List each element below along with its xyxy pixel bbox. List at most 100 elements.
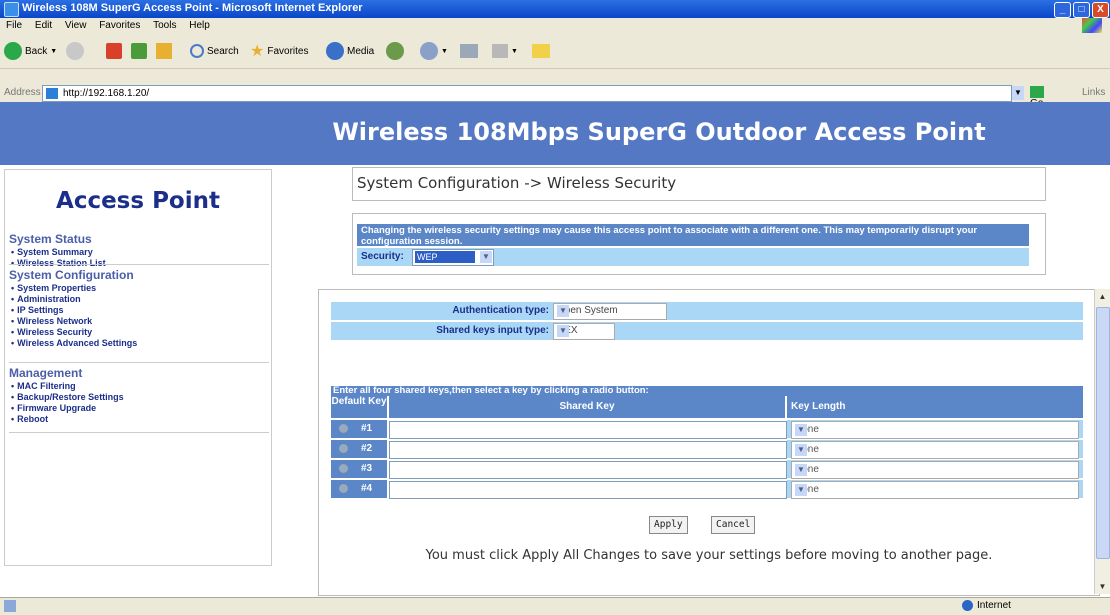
windows-logo-icon bbox=[1082, 18, 1102, 33]
search-button[interactable]: Search bbox=[190, 41, 239, 61]
scroll-down-icon[interactable]: ▼ bbox=[1095, 579, 1110, 594]
auth-label: Authentication type: bbox=[452, 305, 549, 316]
edit-button[interactable]: ▼ bbox=[492, 41, 518, 61]
scroll-thumb[interactable] bbox=[1096, 307, 1110, 559]
back-button[interactable]: Back ▼ bbox=[4, 41, 57, 61]
header-banner: Wireless 108Mbps SuperG Outdoor Access P… bbox=[0, 102, 1110, 165]
auth-type-select[interactable]: Open System ▼ bbox=[553, 303, 667, 320]
nav-item-reboot[interactable]: Reboot bbox=[9, 414, 124, 425]
favorites-button[interactable]: ★ Favorites bbox=[250, 41, 308, 61]
nav-item-administration[interactable]: Administration bbox=[9, 294, 137, 305]
cancel-button[interactable]: Cancel bbox=[711, 516, 756, 534]
print-icon bbox=[460, 44, 478, 58]
links-label[interactable]: Links bbox=[1082, 87, 1105, 98]
wep-settings-panel: Authentication type: Open System ▼ Share… bbox=[318, 289, 1100, 596]
menu-file[interactable]: File bbox=[6, 18, 22, 33]
scroll-up-icon[interactable]: ▲ bbox=[1095, 289, 1110, 304]
nav-item-firmware-upgrade[interactable]: Firmware Upgrade bbox=[9, 403, 124, 414]
key-number-cell: #3 bbox=[331, 460, 387, 478]
stop-icon bbox=[106, 43, 122, 59]
key-number: #3 bbox=[361, 463, 373, 474]
menu-edit[interactable]: Edit bbox=[35, 18, 52, 33]
page-status-icon bbox=[4, 600, 16, 612]
menu-favorites[interactable]: Favorites bbox=[99, 18, 140, 33]
home-button[interactable] bbox=[156, 41, 172, 61]
warning-message: Changing the wireless security settings … bbox=[357, 224, 1029, 247]
mail-button[interactable]: ▼ bbox=[420, 41, 448, 61]
nav-item-ip-settings[interactable]: IP Settings bbox=[9, 305, 137, 316]
nav-item-wireless-advanced-settings[interactable]: Wireless Advanced Settings bbox=[9, 338, 137, 349]
stop-button[interactable] bbox=[106, 41, 122, 61]
refresh-button[interactable] bbox=[131, 41, 147, 61]
key-row: #1 None▼ bbox=[331, 420, 1083, 439]
key-length-select-1[interactable]: None▼ bbox=[791, 421, 1079, 439]
nav-section-management: Management MAC Filtering Backup/Restore … bbox=[9, 366, 124, 425]
key-number: #1 bbox=[361, 423, 373, 434]
nav-item-wireless-network[interactable]: Wireless Network bbox=[9, 316, 137, 327]
nav-heading[interactable]: System Configuration bbox=[9, 268, 137, 282]
key-length-select-3[interactable]: None▼ bbox=[791, 461, 1079, 479]
nav-divider bbox=[9, 264, 269, 265]
go-button[interactable]: Go bbox=[1030, 86, 1060, 109]
key-length-select-4[interactable]: None▼ bbox=[791, 481, 1079, 499]
print-button[interactable] bbox=[460, 41, 478, 61]
default-key-radio[interactable] bbox=[339, 484, 348, 493]
nav-section-configuration: System Configuration System Properties A… bbox=[9, 268, 137, 349]
default-key-radio[interactable] bbox=[339, 424, 348, 433]
security-select[interactable]: WEP ▼ bbox=[412, 249, 494, 266]
toolbar: Back ▼ Search ★ Favorites Media ▼ ▼ bbox=[0, 33, 1110, 69]
nav-item-wireless-security[interactable]: Wireless Security bbox=[9, 327, 137, 338]
key-row: #2 None▼ bbox=[331, 440, 1083, 459]
edit-icon bbox=[492, 44, 508, 58]
vertical-scrollbar[interactable]: ▲ ▼ bbox=[1094, 289, 1110, 594]
shared-key-input-2[interactable] bbox=[389, 441, 787, 459]
shared-key-input-1[interactable] bbox=[389, 421, 787, 439]
globe-icon bbox=[962, 600, 973, 611]
key-row: #3 None▼ bbox=[331, 460, 1083, 479]
sidebar: Access Point System Status System Summar… bbox=[4, 169, 272, 566]
key-number: #2 bbox=[361, 443, 373, 454]
keys-instruction: Enter all four shared keys,then select a… bbox=[331, 386, 1083, 396]
sidebar-brand: Access Point bbox=[56, 188, 220, 214]
address-dropdown[interactable]: ▼ bbox=[1012, 86, 1024, 100]
input-type-select[interactable]: HEX ▼ bbox=[553, 323, 615, 340]
maximize-button[interactable]: □ bbox=[1073, 2, 1090, 18]
address-input[interactable]: http://192.168.1.20/ bbox=[42, 85, 1012, 102]
menu-help[interactable]: Help bbox=[189, 18, 210, 33]
refresh-icon bbox=[131, 43, 147, 59]
nav-item-mac-filtering[interactable]: MAC Filtering bbox=[9, 381, 124, 392]
nav-heading[interactable]: System Status bbox=[9, 232, 106, 246]
default-key-radio[interactable] bbox=[339, 464, 348, 473]
nav-item-system-summary[interactable]: System Summary bbox=[9, 247, 106, 258]
window-title: Wireless 108M SuperG Access Point - Micr… bbox=[22, 2, 363, 14]
shared-key-input-4[interactable] bbox=[389, 481, 787, 499]
key-length-select-2[interactable]: None▼ bbox=[791, 441, 1079, 459]
menu-tools[interactable]: Tools bbox=[153, 18, 176, 33]
apply-button[interactable]: Apply bbox=[649, 516, 688, 534]
close-button[interactable]: X bbox=[1092, 2, 1109, 18]
address-label: Address bbox=[4, 87, 41, 98]
nav-item-backup-restore[interactable]: Backup/Restore Settings bbox=[9, 392, 124, 403]
minimize-button[interactable]: _ bbox=[1054, 2, 1071, 18]
default-key-radio[interactable] bbox=[339, 444, 348, 453]
history-button[interactable] bbox=[386, 41, 404, 61]
home-icon bbox=[156, 43, 172, 59]
security-row: Security: WEP ▼ bbox=[357, 248, 1029, 266]
forward-button[interactable] bbox=[66, 41, 84, 61]
key-row: #4 None▼ bbox=[331, 480, 1083, 499]
back-label: Back bbox=[25, 45, 48, 57]
status-bar: Internet bbox=[0, 597, 1110, 615]
content-frame: Access Point System Status System Summar… bbox=[0, 165, 1110, 597]
forward-arrow-icon bbox=[66, 42, 84, 60]
folder-button[interactable] bbox=[532, 41, 550, 61]
menu-view[interactable]: View bbox=[65, 18, 87, 33]
zone-label: Internet bbox=[977, 600, 1011, 611]
search-icon bbox=[190, 44, 204, 58]
chevron-down-icon: ▼ bbox=[795, 444, 807, 456]
nav-item-system-properties[interactable]: System Properties bbox=[9, 283, 137, 294]
chevron-down-icon: ▼ bbox=[557, 305, 569, 317]
nav-heading[interactable]: Management bbox=[9, 366, 124, 380]
key-number-cell: #2 bbox=[331, 440, 387, 458]
media-button[interactable]: Media bbox=[326, 41, 374, 61]
shared-key-input-3[interactable] bbox=[389, 461, 787, 479]
